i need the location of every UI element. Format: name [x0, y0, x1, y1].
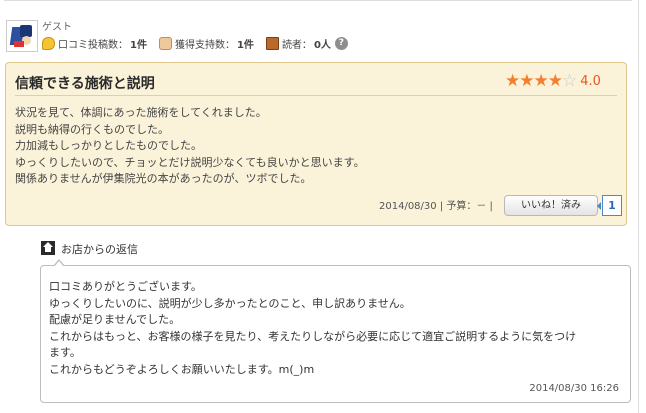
top-divider — [4, 0, 632, 5]
home-icon — [41, 241, 55, 255]
review-line: 説明も納得の行くものでした。 — [15, 122, 169, 136]
review-date-budget: 2014/08/30 | 予算：－ | — [379, 201, 493, 212]
book-icon — [265, 37, 279, 50]
reply-datetime: 2014/08/30 16:26 — [529, 383, 619, 394]
like-count: 1 — [597, 195, 622, 216]
reply-line: これからはもっと、お客様の様子を見たり、考えたりしながら必要に応じて適宜ご説明す… — [49, 329, 577, 343]
review-line: 力加減もしっかりとしたものでした。 — [15, 139, 202, 152]
reply-line: ます。 — [49, 346, 81, 359]
support-label: 獲得支持数： — [174, 40, 235, 51]
reply-box: 口コミありがとうございます。 ゆっくりしたいのに、説明が少し多かったとのこと、申… — [40, 259, 631, 403]
star-empty-icon: ☆ — [562, 71, 578, 91]
like-button[interactable]: いいね！済み — [504, 195, 598, 216]
reviewer-name[interactable]: ゲスト — [42, 18, 72, 33]
reply-body: 口コミありがとうございます。 ゆっくりしたいのに、説明が少し多かったとのこと、申… — [49, 279, 576, 378]
star-icon: ★ — [547, 71, 563, 91]
review-body: 状況を見て、体調にあった施術をしてくれました。 説明も納得の行くものでした。 力… — [15, 105, 365, 188]
title-divider — [15, 95, 617, 96]
reply-line: ゆっくりしたいのに、説明が少し多かったとのこと、申し訳ありません。 — [49, 296, 411, 310]
avatar[interactable] — [6, 20, 38, 52]
readers-value: 0人 — [313, 40, 331, 51]
posts-value: 1件 — [130, 40, 147, 51]
rating-score: 4.0 — [580, 74, 601, 89]
support-value: 1件 — [236, 40, 254, 51]
review-line: ゆっくりしたいので、チョッとだけ説明少なくても良いかと思います。 — [15, 155, 365, 169]
comment-icon — [42, 37, 55, 50]
right-divider — [638, 0, 639, 413]
thumbs-up-icon — [158, 37, 172, 50]
reply-line: 口コミありがとうございます。 — [49, 280, 202, 293]
reviewer-stats: 口コミ投稿数： 1件 獲得支持数： 1件 読者： 0人 ? — [42, 36, 348, 51]
reply-heading: お店からの返信 — [61, 243, 138, 256]
readers-label: 読者： — [281, 40, 312, 51]
star-icon: ★ — [505, 71, 521, 91]
star-icon: ★ — [533, 71, 549, 91]
reply-line: これからもどうぞよろしくお願いいたします。m(_)m — [49, 362, 315, 376]
posts-label: 口コミ投稿数： — [58, 40, 128, 51]
help-icon[interactable]: ? — [334, 37, 348, 50]
reply-line: 配慮が足りませんでした。 — [49, 313, 181, 326]
review-title: 信頼できる施術と説明 — [15, 76, 155, 92]
review-card: 信頼できる施術と説明 ★ ★ ★ ★ ☆ 4.0 状況を見て、体調にあった施術を… — [5, 62, 627, 226]
review-line: 関係ありませんが伊集院光の本があったのが、ツボでした。 — [15, 172, 312, 185]
review-line: 状況を見て、体調にあった施術をしてくれました。 — [15, 106, 267, 119]
star-icon: ★ — [519, 71, 535, 91]
rating-stars: ★ ★ ★ ★ ☆ 4.0 — [505, 73, 601, 90]
